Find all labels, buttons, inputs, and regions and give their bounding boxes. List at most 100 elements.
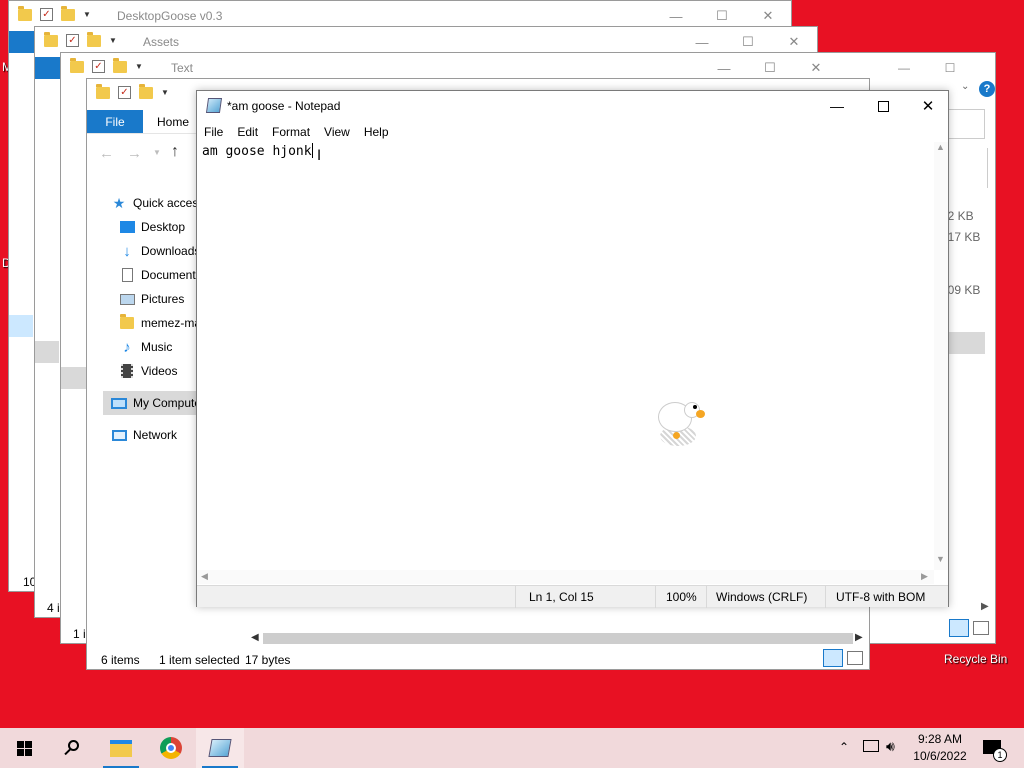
picture-icon [119,292,135,306]
properties-check-icon[interactable]: ✓ [118,86,131,99]
scroll-right-icon[interactable]: ▶ [921,571,928,582]
search-button[interactable] [48,728,96,768]
nav-item-music[interactable]: ♪ Music [119,335,172,359]
close-button[interactable]: ✕ [793,57,839,79]
network-status-icon[interactable] [863,740,879,752]
properties-check-icon[interactable]: ✓ [92,60,105,73]
large-icons-view-icon[interactable] [847,651,863,665]
quick-access-dropdown-icon[interactable]: ▼ [83,10,91,19]
minimize-button[interactable]: — [653,5,699,27]
nav-item-label: Desktop [141,220,186,234]
minimize-button[interactable]: — [814,93,860,119]
desktop-folder-icon [119,220,135,234]
ribbon-expand-icon[interactable]: ⌄ [961,81,969,92]
minimize-button[interactable]: — [701,57,747,79]
nav-item-label: Music [141,340,173,354]
chrome-icon [160,737,182,759]
maximize-button[interactable]: ☐ [725,31,771,53]
recycle-bin-label[interactable]: Recycle Bin [944,652,1007,666]
minimize-button[interactable]: — [679,31,725,53]
vertical-scrollbar[interactable]: ▲ ▼ [934,142,948,570]
editor-text: am goose hjonk [202,144,312,159]
clock-date[interactable]: 10/6/2022 [912,749,968,763]
status-zoom: 100% [666,590,697,604]
scroll-down-icon[interactable]: ▼ [936,554,945,564]
taskbar-chrome[interactable] [147,728,195,768]
status-position: Ln 1, Col 15 [529,590,594,604]
back-arrow-icon[interactable]: ← [99,145,114,162]
minimize-button[interactable]: — [881,57,927,79]
menu-format[interactable]: Format [265,122,317,142]
scroll-right-icon[interactable]: ▶ [855,632,863,643]
window-title: *am goose - Notepad [227,99,341,113]
chevron-up-icon[interactable]: ⌃ [839,740,849,754]
navigation-pane[interactable]: ★ Quick access Desktop ↓ Downloads Docum… [103,191,204,551]
i-beam-cursor-icon: I [317,148,322,164]
recent-locations-icon[interactable]: ▼ [153,148,161,157]
status-divider [515,586,516,608]
maximize-button[interactable]: ☐ [747,57,793,79]
large-icons-view-icon[interactable] [973,621,989,635]
horizontal-scrollbar[interactable]: ◀ ▶ [197,570,934,584]
selected-nav-highlight [35,341,59,363]
properties-check-icon[interactable]: ✓ [40,8,53,21]
search-box[interactable] [945,109,985,139]
nav-item-my-computer[interactable]: My Compute [103,391,201,415]
notepad-app-icon [205,98,223,113]
horizontal-scrollbar[interactable]: ◀ ▶ [249,631,869,647]
scroll-left-icon[interactable]: ◀ [251,632,259,643]
properties-check-icon[interactable]: ✓ [66,34,79,47]
folder-icon [44,31,58,47]
close-button[interactable]: ✕ [906,93,950,119]
taskbar[interactable]: ⌃ 🔊︎ 9:28 AM 10/6/2022 1 [0,728,1024,768]
menu-help[interactable]: Help [357,122,396,142]
new-folder-icon[interactable] [139,83,153,99]
maximize-button[interactable]: ☐ [699,5,745,27]
status-encoding: UTF-8 with BOM [836,590,926,604]
menu-view[interactable]: View [317,122,357,142]
quick-access-dropdown-icon[interactable]: ▼ [161,88,169,97]
new-folder-icon[interactable] [61,5,75,21]
new-folder-icon[interactable] [113,57,127,73]
quick-access-dropdown-icon[interactable]: ▼ [109,36,117,45]
nav-item-pictures[interactable]: Pictures [119,287,184,311]
start-button[interactable] [0,728,48,768]
details-view-icon[interactable] [949,619,969,637]
scroll-up-icon[interactable]: ▲ [936,142,945,152]
scroll-right-icon[interactable]: ▶ [981,601,989,612]
close-button[interactable]: ✕ [745,5,791,27]
clock-time[interactable]: 9:28 AM [912,732,968,746]
nav-item-quick-access[interactable]: ★ Quick access [111,191,205,215]
maximize-button[interactable] [860,93,906,119]
menu-edit[interactable]: Edit [230,122,265,142]
title-bar[interactable]: *am goose - Notepad — ✕ [197,91,948,121]
nav-item-documents[interactable]: Documents [119,263,202,287]
up-arrow-icon[interactable]: ↑ [171,143,179,161]
nav-item-label: memez-ma [141,316,202,330]
ribbon-home-tab[interactable]: Home [157,115,189,129]
help-icon[interactable]: ? [979,81,995,97]
menu-file[interactable]: File [197,122,230,142]
text-editor-area[interactable]: am goose hjonk I [197,142,934,570]
nav-item-desktop[interactable]: Desktop [119,215,185,239]
menu-bar[interactable]: File Edit Format View Help [197,122,396,142]
volume-icon[interactable]: 🔊︎ [886,738,895,755]
taskbar-notepad[interactable] [196,728,244,768]
notepad-window[interactable]: *am goose - Notepad — ✕ File Edit Format… [196,90,949,608]
ribbon-divider [87,133,197,134]
details-view-icon[interactable] [823,649,843,667]
scrollbar-thumb[interactable] [263,633,853,644]
nav-item-downloads[interactable]: ↓ Downloads [119,239,200,263]
forward-arrow-icon[interactable]: → [127,145,142,162]
taskbar-file-explorer[interactable] [97,728,145,768]
new-folder-icon[interactable] [87,31,101,47]
ribbon-file-tab[interactable]: File [87,110,143,133]
nav-item-videos[interactable]: Videos [119,359,177,383]
quick-access-dropdown-icon[interactable]: ▼ [135,62,143,71]
scroll-left-icon[interactable]: ◀ [201,571,208,582]
outer-window-controls[interactable]: — ☐ [881,57,973,79]
maximize-button[interactable]: ☐ [927,57,973,79]
nav-item-network[interactable]: Network [111,423,177,447]
close-button[interactable]: ✕ [771,31,817,53]
nav-item-memez[interactable]: memez-ma [119,311,201,335]
